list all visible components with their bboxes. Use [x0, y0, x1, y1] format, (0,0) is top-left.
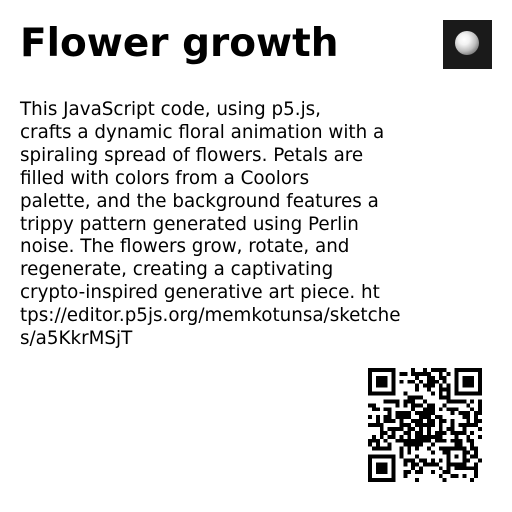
description-line: filled with colors from a Coolors — [20, 167, 310, 189]
description-line: crypto-inspired generative art piece. ht — [20, 282, 380, 304]
description-line: regenerate, creating a captivating — [20, 259, 334, 281]
description-line: noise. The flowers grow, rotate, and — [20, 236, 350, 258]
description-line: tps://editor.p5js.org/memkotunsa/sketche — [20, 305, 401, 327]
qr-code-icon[interactable] — [368, 368, 482, 482]
description-line: crafts a dynamic floral animation with a — [20, 121, 385, 143]
description-line: trippy pattern generated using Perlin — [20, 213, 359, 235]
page-title: Flower growth — [20, 21, 339, 66]
sketch-thumbnail[interactable] — [443, 20, 492, 69]
description-line: s/a5KkrMSjT — [20, 328, 133, 350]
description-line: palette, and the background features a — [20, 190, 379, 212]
description-line: spiraling spread of flowers. Petals are — [20, 144, 364, 166]
sphere-icon — [455, 31, 479, 55]
description: This JavaScript code, using p5.js, craft… — [20, 99, 440, 351]
description-line: This JavaScript code, using p5.js, — [20, 99, 321, 120]
